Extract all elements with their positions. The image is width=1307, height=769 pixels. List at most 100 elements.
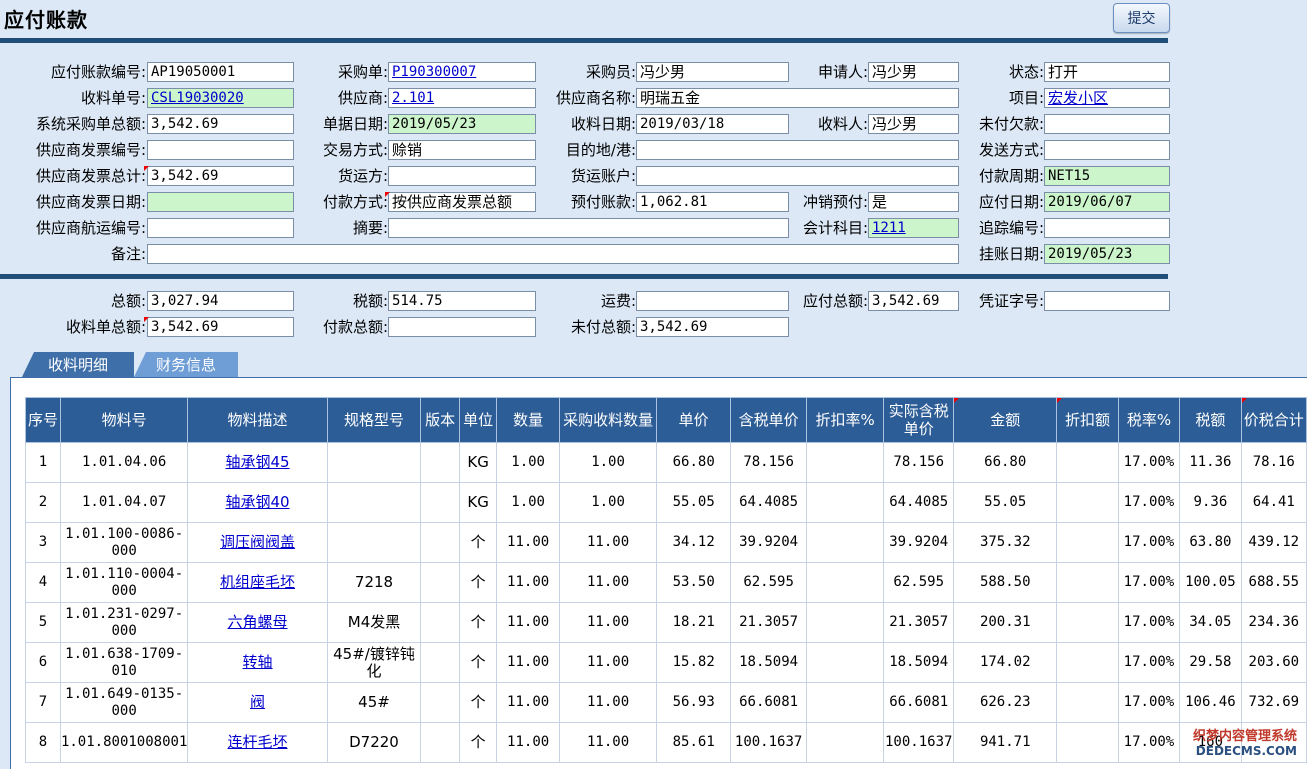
receipt-no-field[interactable]: CSL19030020 <box>147 88 294 108</box>
destination-field[interactable] <box>636 140 959 160</box>
col-header[interactable]: 采购收料数量 <box>559 397 658 443</box>
offset-prepaid-field[interactable]: 是 <box>868 192 959 212</box>
col-header[interactable]: 序号 <box>25 397 61 443</box>
receipt-total-field[interactable]: 3,542.69 <box>144 317 294 337</box>
supplier-invoice-no-field[interactable] <box>147 140 294 160</box>
freight-field[interactable] <box>636 291 789 311</box>
account-subject-link[interactable]: 1211 <box>872 220 906 236</box>
payable-total-field[interactable]: 3,542.69 <box>868 291 959 311</box>
receiver-field[interactable]: 冯少男 <box>868 114 959 134</box>
material-link[interactable]: 转轴 <box>243 653 273 671</box>
requester-field[interactable]: 冯少男 <box>868 62 959 82</box>
unpaid-debt-field[interactable] <box>1044 114 1170 134</box>
due-date-field[interactable]: 2019/06/07 <box>1044 192 1170 212</box>
table-row[interactable]: 7 1.01.649-0135-000 阀 45# 个 11.00 11.00 56.93 66… <box>25 682 1307 723</box>
col-header[interactable]: 物料描述 <box>187 397 328 443</box>
voucher-no-field[interactable] <box>1044 291 1170 311</box>
material-link[interactable]: 机组座毛坯 <box>220 573 295 591</box>
table-cell: 78.16 <box>1240 442 1307 483</box>
tab-finance-info[interactable]: 财务信息 <box>134 352 238 377</box>
col-header[interactable]: 单位 <box>459 397 498 443</box>
col-header[interactable]: 单价 <box>656 397 732 443</box>
doc-date-label: 单据日期: <box>322 115 388 133</box>
material-link[interactable]: 阀 <box>250 693 265 711</box>
paid-total-field[interactable] <box>388 317 536 337</box>
account-subject-field[interactable]: 1211 <box>868 218 959 238</box>
material-link[interactable]: 轴承钢45 <box>225 453 289 471</box>
col-header[interactable]: 折扣率% <box>805 397 885 443</box>
total-field[interactable]: 3,027.94 <box>147 291 294 311</box>
tab-receipt-details[interactable]: 收料明细 <box>22 352 134 377</box>
tracking-no-field[interactable] <box>1044 218 1170 238</box>
table-cell: 62.595 <box>730 562 807 603</box>
material-desc-cell[interactable]: 六角螺母 <box>187 602 328 643</box>
material-link[interactable]: 轴承钢40 <box>225 493 289 511</box>
supplier-shipping-no-field[interactable] <box>147 218 294 238</box>
ap-no-field[interactable]: AP19050001 <box>147 62 294 82</box>
table-row[interactable]: 2 1.01.04.07 轴承钢40 KG 1.00 1.00 55.05 64.4085 64… <box>25 482 1307 523</box>
carrier-field[interactable] <box>388 166 536 186</box>
col-header[interactable]: 版本 <box>420 397 461 443</box>
table-cell <box>420 642 461 683</box>
project-link[interactable]: 宏发小区 <box>1048 89 1108 107</box>
supplier-shipping-no-label: 供应商航运编号: <box>35 219 146 237</box>
col-header[interactable]: 含税单价 <box>730 397 807 443</box>
table-cell: 17.00% <box>1117 682 1181 723</box>
supplier-invoice-total-field[interactable]: 3,542.69 <box>144 166 294 186</box>
supplier-link[interactable]: 2.101 <box>392 90 434 106</box>
material-desc-cell[interactable]: 调压阀阀盖 <box>187 522 328 563</box>
material-link[interactable]: 调压阀阀盖 <box>220 533 295 551</box>
material-desc-cell[interactable]: 阀 <box>187 682 328 723</box>
material-desc-cell[interactable]: 连杆毛坯 <box>187 722 328 763</box>
table-row[interactable]: 5 1.01.231-0297-000 六角螺母 M4发黑个 11.00 11.00 18.… <box>25 602 1307 643</box>
project-field[interactable]: 宏发小区 <box>1044 88 1170 108</box>
col-header[interactable]: 价税合计 <box>1240 397 1307 443</box>
payment-method-field[interactable]: 按供应商发票总额 <box>385 192 536 212</box>
freight-account-field[interactable] <box>636 166 959 186</box>
unpaid-total-field[interactable]: 3,542.69 <box>636 317 789 337</box>
material-desc-cell[interactable]: 机组座毛坯 <box>187 562 328 603</box>
material-desc-cell[interactable]: 转轴 <box>187 642 328 683</box>
buyer-field[interactable]: 冯少男 <box>636 62 789 82</box>
material-link[interactable]: 连杆毛坯 <box>228 733 288 751</box>
submit-button[interactable]: 提交 <box>1113 3 1170 33</box>
table-row[interactable]: 3 1.01.100-0086-000 调压阀阀盖个 11.00 11.00 34.12 3… <box>25 522 1307 563</box>
trade-method-field[interactable]: 赊销 <box>388 140 536 160</box>
ship-method-field[interactable] <box>1044 140 1170 160</box>
prepaid-field[interactable]: 1,062.81 <box>636 192 789 212</box>
receipt-date-field[interactable]: 2019/03/18 <box>636 114 789 134</box>
col-header[interactable]: 金额 <box>953 397 1058 443</box>
col-header[interactable]: 数量 <box>496 397 561 443</box>
table-row[interactable]: 4 1.01.110-0004-000 机组座毛坯 7218 个 11.00 11.00 53… <box>25 562 1307 603</box>
summary-field[interactable] <box>388 218 789 238</box>
table-row[interactable]: 6 1.01.638-1709-010 转轴 45#/镀锌钝化个 11.00 11.00 1… <box>25 642 1307 683</box>
col-header[interactable]: 税率% <box>1117 397 1181 443</box>
table-row[interactable]: 1 1.01.04.06 轴承钢45 KG 1.00 1.00 66.80 78.156 78.… <box>25 442 1307 483</box>
material-desc-cell[interactable]: 轴承钢40 <box>187 482 328 523</box>
col-header[interactable]: 实际含税单价 <box>883 397 955 443</box>
table-row[interactable]: 8 1.01.8001008001 连杆毛坯 D7220 个 11.00 11.00 85.6… <box>25 722 1307 763</box>
col-header[interactable]: 规格型号 <box>326 397 422 443</box>
payment-term-field[interactable]: NET15 <box>1044 166 1170 186</box>
freight-account-label: 货运账户: <box>570 167 636 185</box>
sys-po-total-field[interactable]: 3,542.69 <box>147 114 294 134</box>
tax-field[interactable]: 514.75 <box>388 291 536 311</box>
remark-field[interactable] <box>147 244 959 264</box>
doc-date-field[interactable]: 2019/05/23 <box>388 114 536 134</box>
status-field[interactable]: 打开 <box>1044 62 1170 82</box>
table-cell <box>1056 642 1119 683</box>
table-cell <box>1056 602 1119 643</box>
col-header[interactable]: 折扣额 <box>1056 397 1119 443</box>
supplier-invoice-date-field[interactable] <box>147 192 294 212</box>
posting-date-field[interactable]: 2019/05/23 <box>1044 244 1170 264</box>
col-header[interactable]: 物料号 <box>59 397 189 443</box>
supplier-field[interactable]: 2.101 <box>388 88 536 108</box>
supplier-name-field[interactable]: 明瑞五金 <box>636 88 959 108</box>
col-header[interactable]: 税额 <box>1179 397 1242 443</box>
material-desc-cell[interactable]: 轴承钢45 <box>187 442 328 483</box>
po-field[interactable]: P190300007 <box>388 62 536 82</box>
po-link[interactable]: P190300007 <box>392 64 476 80</box>
receipt-no-link[interactable]: CSL19030020 <box>151 90 244 106</box>
material-link[interactable]: 六角螺母 <box>228 613 288 631</box>
table-cell <box>420 682 461 723</box>
